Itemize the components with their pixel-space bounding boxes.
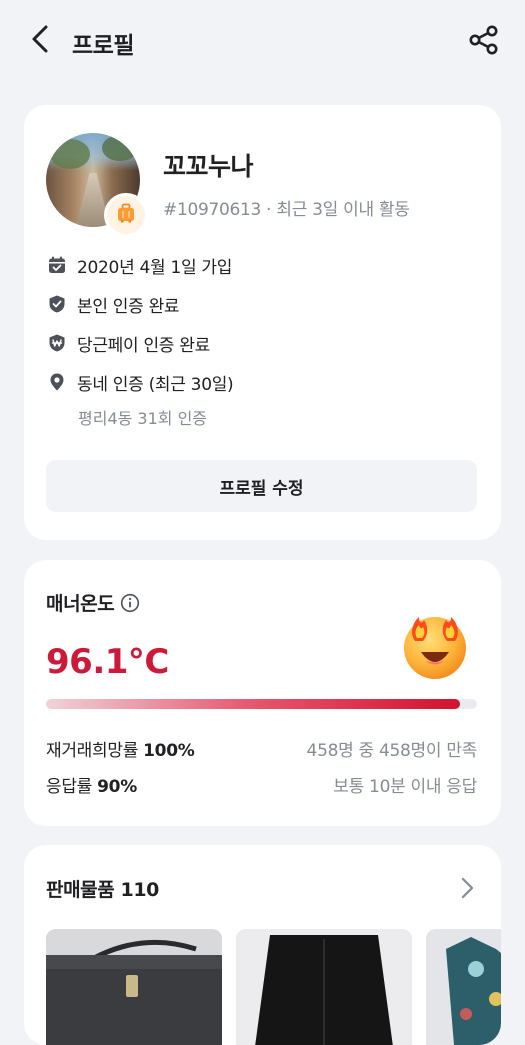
suitcase-icon	[115, 202, 137, 228]
temperature-value: 96.1°C	[46, 642, 169, 682]
info-icon[interactable]	[119, 592, 141, 614]
level-badge	[104, 193, 148, 237]
nickname: 꼬꼬누나	[163, 152, 254, 181]
neighborhood-label: 동네 인증 (최근 30일)	[77, 374, 234, 395]
manner-title: 매너온도	[46, 589, 141, 616]
top-bar: 프로필	[0, 0, 525, 84]
product-thumbnail-clothes[interactable]	[236, 929, 412, 1045]
response-rate: 응답률 90%	[46, 772, 137, 797]
avatar-tree-shape-2	[102, 135, 138, 161]
avatar-tree-shape	[50, 139, 90, 169]
pay-verified-label: 당근페이 인증 완료	[77, 335, 210, 356]
edit-profile-button[interactable]: 프로필 수정	[46, 460, 477, 512]
sales-items-title: 판매물품 110	[46, 879, 159, 901]
temperature-bar-fill	[46, 699, 460, 709]
product-thumbnail-bag[interactable]	[46, 929, 222, 1045]
neighborhood-row: 동네 인증 (최근 30일)	[46, 370, 234, 395]
back-button[interactable]	[24, 24, 56, 58]
calendar-icon	[46, 254, 68, 276]
sales-items-card[interactable]: 판매물품 110	[24, 845, 501, 1045]
product-thumbnail-shirt[interactable]	[426, 929, 501, 1045]
temperature-bar	[46, 699, 477, 709]
response-rate-value: 90%	[97, 777, 137, 797]
rehire-rate-value: 100%	[143, 741, 195, 761]
neighborhood-detail: 평리4동 31회 인증	[78, 409, 208, 428]
location-pin-icon	[46, 371, 68, 393]
manner-temperature-card: 매너온도 96.1°C 재거래희망률 100% 458명 중 458명이 만족 …	[24, 560, 501, 826]
rehire-rate: 재거래희망률 100%	[46, 736, 195, 761]
rehire-rate-label: 재거래희망률	[46, 741, 139, 761]
pay-verified-row: 당근페이 인증 완료	[46, 331, 210, 356]
share-button[interactable]	[464, 22, 504, 62]
identity-verified-label: 본인 인증 완료	[77, 296, 180, 317]
fire-eyes-emoji-icon	[401, 608, 469, 680]
share-icon	[468, 24, 500, 60]
join-date-label: 2020년 4월 1일 가입	[77, 257, 233, 278]
shield-won-icon	[46, 332, 68, 354]
join-date-row: 2020년 4월 1일 가입	[46, 253, 233, 278]
user-id-activity: #10970613 · 최근 3일 이내 활동	[163, 200, 410, 220]
shield-check-icon	[46, 293, 68, 315]
chevron-right-icon[interactable]	[454, 875, 480, 901]
rehire-rate-detail: 458명 중 458명이 만족	[306, 741, 478, 761]
manner-title-label: 매너온도	[46, 593, 115, 615]
identity-verified-row: 본인 인증 완료	[46, 292, 180, 317]
response-rate-label: 응답률	[46, 777, 93, 797]
response-rate-detail: 보통 10분 이내 응답	[333, 777, 477, 797]
page-title: 프로필	[72, 33, 134, 59]
chevron-left-icon	[30, 24, 50, 58]
profile-card: 꼬꼬누나 #10970613 · 최근 3일 이내 활동 2020년 4월 1일…	[24, 105, 501, 540]
